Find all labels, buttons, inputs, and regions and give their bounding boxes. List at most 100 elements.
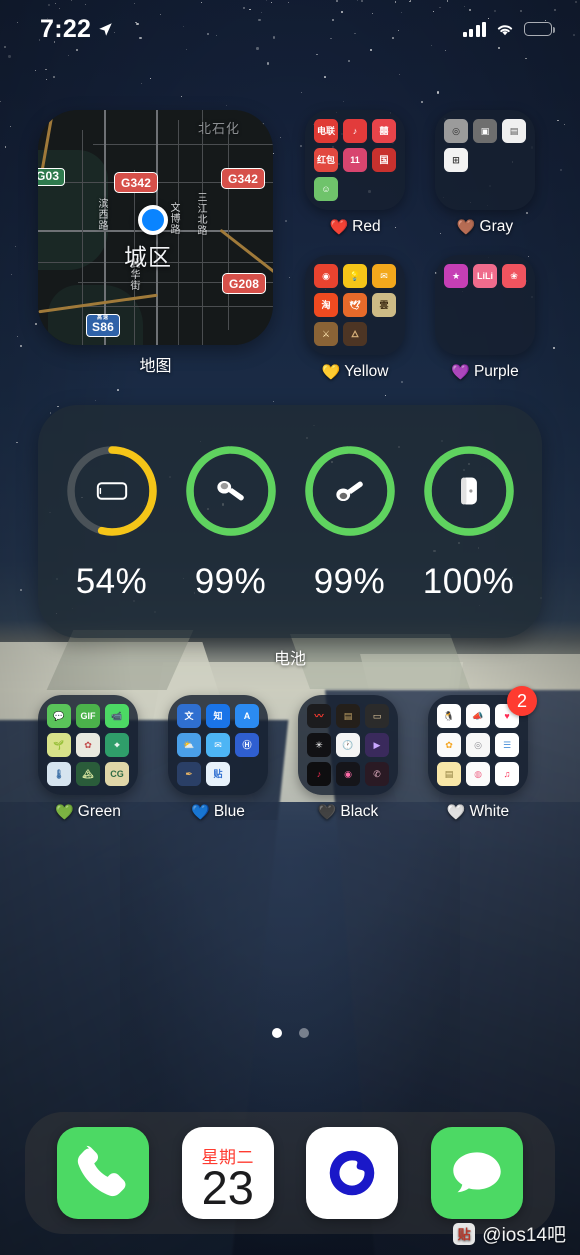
battery-ring <box>301 442 399 540</box>
folder-mini-app: ♪ <box>343 119 367 143</box>
battery-percent-label: 99% <box>194 561 267 601</box>
map-canvas: G342 G342 G208 G03 高速 S86 滨西路 文博路 三江北路 冀华… <box>38 110 273 345</box>
dock: 星期二 23 <box>25 1112 555 1234</box>
folder-purple[interactable]: ★ LiLi ❀ 💜 Purple <box>435 255 535 381</box>
folder-mini-app: 🜂 <box>343 322 367 346</box>
folder-mini-app: ▭ <box>365 704 389 728</box>
folder-mini-app: ✆ <box>365 762 389 786</box>
folder-tile[interactable]: ◎ ▣ ▤ ⊞ <box>435 110 535 210</box>
folder-blue[interactable]: 文知 A ⛅ ✉ Ⓗ ✒ 贴 💙 Blue <box>168 695 268 821</box>
folder-mini-app: ✒ <box>177 762 201 786</box>
battery-widget-tile[interactable]: 54% 99% 99% 100% <box>38 405 542 638</box>
user-location-dot <box>138 205 168 235</box>
folder-mini-app: 淘 <box>314 293 338 317</box>
folder-tile[interactable]: 🐧 📣 ♥ ✿ ◎ ☰ ▤ ◍ ♫ 2 <box>428 686 537 795</box>
folder-label: 🖤 Black <box>298 803 398 821</box>
folder-tile[interactable]: ★ LiLi ❀ <box>435 255 535 355</box>
folder-label-text: Blue <box>213 803 245 820</box>
page-dot[interactable] <box>298 1028 309 1038</box>
folder-emoji-icon: 🤍 <box>446 803 466 821</box>
folder-label-text: Green <box>77 803 121 820</box>
folder-mini-app: 知 <box>206 704 230 728</box>
folder-mini-app: ⚔ <box>314 322 338 346</box>
folder-mini-app: 📹 <box>105 704 129 728</box>
folder-label-text: Red <box>352 218 381 235</box>
phone-icon <box>78 1145 126 1197</box>
folder-emoji-icon: 💛 <box>321 363 341 381</box>
road-shield: S86 <box>92 320 114 334</box>
folder-mini-app: 电联 <box>314 119 338 143</box>
folder-mini-app: 🌱 <box>47 733 71 757</box>
street-label: 北石化 <box>198 121 241 136</box>
folder-tile[interactable]: 文知 A ⛅ ✉ Ⓗ ✒ 贴 <box>168 695 268 795</box>
folder-mini-app: CG <box>105 762 129 786</box>
road-shield: G342 <box>114 172 159 193</box>
folder-mini-app: ⛅ <box>177 733 201 757</box>
maps-widget-caption: 地图 <box>139 358 172 375</box>
folder-mini-app: 🕐 <box>336 733 360 757</box>
folder-mini-app: 红包 <box>314 148 338 172</box>
folder-mini-app: ◎ <box>466 733 490 757</box>
dock-app-messages[interactable] <box>430 1127 523 1219</box>
folder-mini-app: 囍 <box>372 119 396 143</box>
folder-mini-app: 雲 <box>372 293 396 317</box>
notification-badge: 2 <box>507 686 537 716</box>
folder-tile[interactable]: ◉ 💡 ✉ 淘 🕊 雲 ⚔ 🜂 <box>305 255 405 355</box>
dock-app-phone[interactable] <box>57 1127 150 1219</box>
folder-label: 💚 Green <box>38 803 138 821</box>
street-label: 滨西路 <box>96 198 107 231</box>
maps-widget-tile[interactable]: G342 G342 G208 G03 高速 S86 滨西路 文博路 三江北路 冀华… <box>38 110 273 345</box>
folder-label-text: Gray <box>479 218 514 235</box>
folder-mini-app: 文 <box>177 704 201 728</box>
airpod-right-icon <box>301 442 399 540</box>
folder-label-text: Purple <box>473 363 519 380</box>
calendar-day: 23 <box>201 1161 254 1215</box>
folder-red[interactable]: 电联 ♪ 囍红包 11 国 ☺ ❤️ Red <box>305 110 405 236</box>
location-arrow-icon <box>99 22 112 36</box>
folder-mini-app: ☰ <box>495 733 519 757</box>
folder-mini-app: ✿ <box>437 733 461 757</box>
folder-mini-app: ♪ <box>307 762 331 786</box>
folder-mini-app: ⊞ <box>444 148 468 172</box>
folder-mini-app: LiLi <box>473 264 497 288</box>
page-dot[interactable] <box>271 1028 282 1038</box>
battery-ring <box>182 442 280 540</box>
folder-white[interactable]: 🐧 📣 ♥ ✿ ◎ ☰ ▤ ◍ ♫ 2 🤍 White <box>428 686 537 821</box>
folder-mini-app: 🐧 <box>437 704 461 728</box>
folder-mini-app: ◉ <box>314 264 338 288</box>
folder-mini-app: ◍ <box>466 762 490 786</box>
folder-black[interactable]: 〰 ▤ ▭ ✳ 🕐 ▶ ♪ ◉ ✆ 🖤 Black <box>298 695 398 821</box>
browser-circle-icon <box>329 1150 375 1196</box>
battery-device-iphone: 54% <box>57 442 167 602</box>
folder-mini-app: 贴 <box>206 762 230 786</box>
folder-green[interactable]: 💬 GIF 📹 🌱 ✿ ⌖ 🌡 🏔 CG 💚 Green <box>38 695 138 821</box>
folder-label: 💛 Yellow <box>305 363 405 381</box>
folder-mini-app: ◉ <box>336 762 360 786</box>
dock-app-calendar[interactable]: 星期二 23 <box>181 1127 274 1219</box>
folder-label-text: Yellow <box>344 363 389 380</box>
watermark-text: @ios14吧 <box>482 1225 566 1246</box>
folder-mini-app: ▣ <box>473 119 497 143</box>
folder-label: 🤎 Gray <box>435 218 535 236</box>
folder-gray[interactable]: ◎ ▣ ▤ ⊞ 🤎 Gray <box>435 110 535 236</box>
dock-app-browser[interactable] <box>306 1127 399 1219</box>
folder-mini-app: 🌡 <box>47 762 71 786</box>
folder-mini-app: 国 <box>372 148 396 172</box>
folder-mini-app: 11 <box>343 148 367 172</box>
folder-mini-app: ✉ <box>206 733 230 757</box>
watermark-badge: 贴 <box>453 1222 476 1245</box>
page-indicator[interactable] <box>0 1028 580 1038</box>
folder-label-text: Black <box>340 803 379 820</box>
folder-mini-app: A <box>235 704 259 728</box>
battery-percent-label: 54% <box>75 561 148 601</box>
folder-mini-app: ♫ <box>495 762 519 786</box>
folder-tile[interactable]: 电联 ♪ 囍红包 11 国 ☺ <box>305 110 405 210</box>
status-bar-left: 7:22 <box>40 15 113 44</box>
folder-tile[interactable]: 〰 ▤ ▭ ✳ 🕐 ▶ ♪ ◉ ✆ <box>298 695 398 795</box>
folder-tile[interactable]: 💬 GIF 📹 🌱 ✿ ⌖ 🌡 🏔 CG <box>38 695 138 795</box>
road-shield: G208 <box>222 273 267 294</box>
battery-device-airpod-right: 99% <box>295 442 405 602</box>
folder-emoji-icon: ❤️ <box>329 218 349 236</box>
battery-ring <box>420 442 518 540</box>
folder-yellow[interactable]: ◉ 💡 ✉ 淘 🕊 雲 ⚔ 🜂 💛 Yellow <box>305 255 405 381</box>
